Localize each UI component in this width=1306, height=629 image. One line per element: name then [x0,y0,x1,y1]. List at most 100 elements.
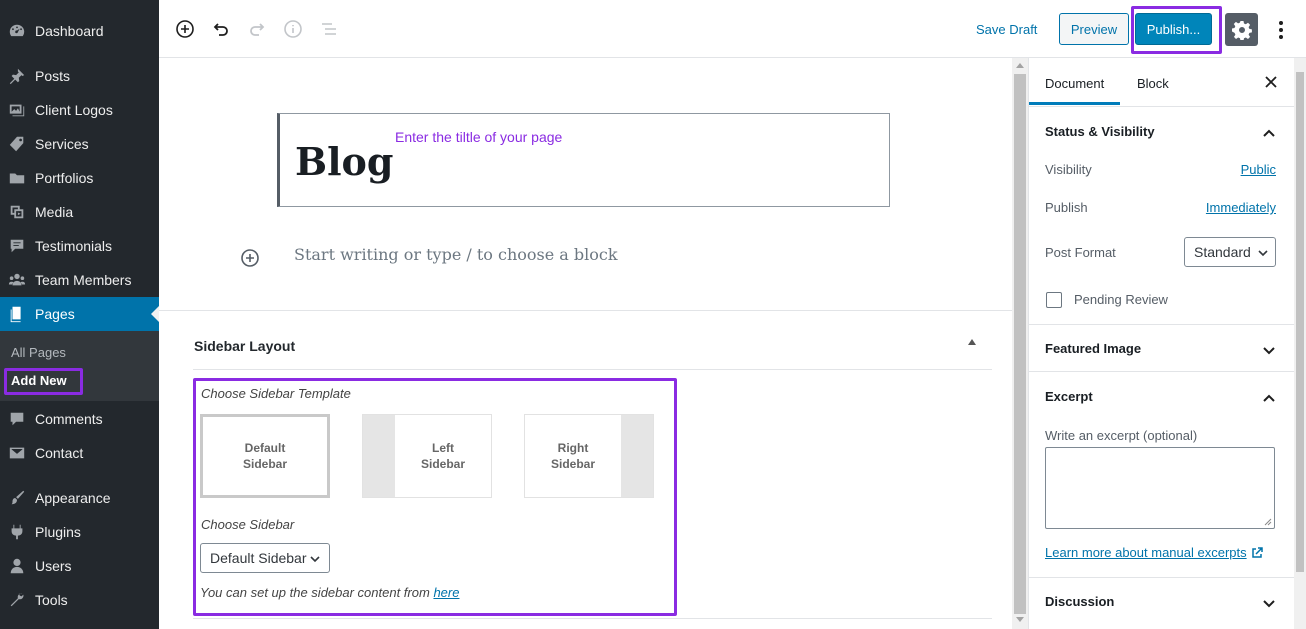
chevron-down-icon [1263,600,1275,608]
choose-template-label: Choose Sidebar Template [201,386,351,401]
sidebar-setup-note: You can set up the sidebar content from … [200,585,460,600]
menu-label: Users [35,558,72,574]
menu-item-users[interactable]: Users [0,549,159,583]
excerpt-textarea[interactable] [1045,447,1275,529]
tab-block[interactable]: Block [1137,76,1169,91]
menu-item-plugins[interactable]: Plugins [0,515,159,549]
template-left-sidebar[interactable]: Left Sidebar [362,414,492,498]
sidebar-layout-panel-header[interactable]: Sidebar Layout [193,310,992,370]
folder-icon [8,169,26,187]
images-icon [8,101,26,119]
info-icon[interactable] [282,18,304,40]
wrench-icon [8,591,26,609]
template-label: Left Sidebar [420,441,465,471]
redo-icon[interactable] [246,18,268,40]
menu-item-dashboard[interactable]: Dashboard [0,14,159,48]
panel-divider [1029,324,1295,325]
discussion-title: Discussion [1045,594,1115,609]
menu-item-comments[interactable]: Comments [0,402,159,436]
menu-item-tools[interactable]: Tools [0,583,159,617]
menu-item-client-logos[interactable]: Client Logos [0,93,159,127]
title-hint-annotation: Enter the tiltle of your page [395,129,563,145]
left-sidebar-preview [363,415,395,497]
user-icon [8,557,26,575]
publish-button[interactable]: Publish... [1135,13,1212,45]
more-menu-button[interactable] [1271,17,1291,43]
visibility-value-link[interactable]: Public [1241,162,1276,177]
excerpt-panel-toggle[interactable]: Excerpt [1029,389,1295,409]
block-navigation-icon[interactable] [318,18,340,40]
menu-item-testimonials[interactable]: Testimonials [0,229,159,263]
visibility-label: Visibility [1045,162,1092,177]
menu-label: Dashboard [35,23,104,39]
sidebar-setup-link[interactable]: here [433,585,459,600]
menu-label: Tools [35,592,68,608]
media-icon [8,203,26,221]
excerpt-title: Excerpt [1045,389,1093,404]
collapse-arrow-icon[interactable] [968,339,976,345]
meta-bottom-divider [193,618,992,619]
menu-item-appearance[interactable]: Appearance [0,481,159,515]
status-visibility-title: Status & Visibility [1045,124,1155,139]
discussion-panel-toggle[interactable]: Discussion [1029,594,1295,614]
preview-button[interactable]: Preview [1059,13,1129,45]
menu-item-pages[interactable]: Pages [0,297,159,331]
menu-label: Posts [35,68,71,84]
menu-label: Media [35,204,74,220]
editor-scrollbar[interactable] [1012,58,1028,629]
scroll-up-arrow-icon[interactable] [1016,63,1024,68]
submenu-all-pages[interactable]: All Pages [11,345,66,360]
menu-item-posts[interactable]: Posts [0,59,159,93]
menu-label: Contact [35,445,84,461]
editor-toolbar: Save Draft Preview Publish... [159,0,1306,58]
menu-item-services[interactable]: Services [0,127,159,161]
close-icon[interactable] [1263,74,1279,90]
groups-icon [8,271,26,289]
choose-sidebar-label: Choose Sidebar [201,517,295,532]
sidebar-select[interactable]: Default Sidebar [200,543,330,573]
email-icon [8,444,26,462]
template-label: Right Sidebar [550,441,595,471]
pending-review-label[interactable]: Pending Review [1074,292,1168,307]
menu-label: Comments [35,411,103,427]
featured-image-title: Featured Image [1045,341,1142,356]
post-title[interactable]: Blog [295,139,393,184]
comment-icon [8,410,26,428]
submenu-add-new[interactable]: Add New [11,373,67,388]
post-format-select[interactable]: Standard [1184,237,1276,267]
menu-item-contact[interactable]: Contact [0,436,159,470]
menu-item-team-members[interactable]: Team Members [0,263,159,297]
learn-more-excerpts-link[interactable]: Learn more about manual excerpts [1045,545,1263,560]
panel-divider [1029,577,1295,578]
plug-icon [8,523,26,541]
save-draft-button[interactable]: Save Draft [976,22,1037,37]
inline-add-block-icon[interactable] [240,248,260,268]
scrollbar-thumb[interactable] [1014,74,1026,614]
tab-document[interactable]: Document [1028,76,1121,105]
resize-grip-icon[interactable] [1264,518,1272,526]
template-default-sidebar[interactable]: Default Sidebar [200,414,330,498]
excerpt-field-label: Write an excerpt (optional) [1045,428,1198,443]
chevron-up-icon [1263,129,1275,137]
add-block-icon[interactable] [174,18,196,40]
panel-divider [1029,371,1295,372]
menu-item-media[interactable]: Media [0,195,159,229]
undo-icon[interactable] [210,18,232,40]
scroll-down-arrow-icon[interactable] [1016,617,1024,622]
gear-icon [1231,20,1252,40]
menu-item-portfolios[interactable]: Portfolios [0,161,159,195]
scrollbar-thumb[interactable] [1296,72,1304,572]
sidebar-layout-title: Sidebar Layout [194,338,296,354]
menu-label: Appearance [35,490,111,506]
post-title-block[interactable]: Enter the tiltle of your page Blog [277,113,890,207]
featured-image-panel-toggle[interactable]: Featured Image [1029,341,1295,361]
publish-date-link[interactable]: Immediately [1206,200,1276,215]
post-format-value: Standard [1194,244,1251,260]
default-block-appender[interactable]: Start writing or type / to choose a bloc… [294,245,618,264]
template-right-sidebar[interactable]: Right Sidebar [524,414,654,498]
sidebar-scrollbar[interactable] [1294,58,1306,629]
status-visibility-panel-toggle[interactable]: Status & Visibility [1029,124,1295,144]
settings-button[interactable] [1225,13,1258,46]
pending-review-checkbox[interactable] [1046,292,1062,308]
settings-sidebar: Document Block Status & Visibility Visib… [1028,58,1295,629]
